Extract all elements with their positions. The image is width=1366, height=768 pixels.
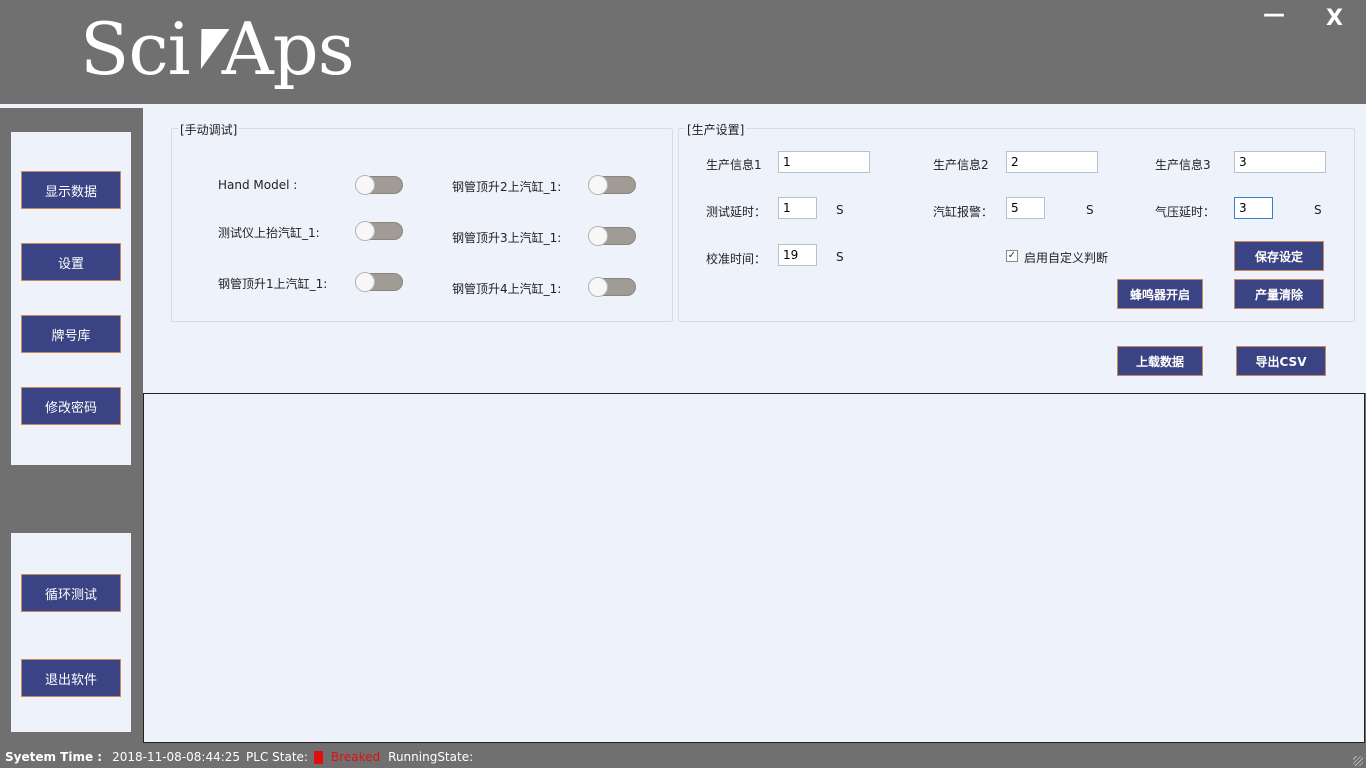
plc-state-indicator	[313, 750, 323, 764]
toggle-knob	[588, 175, 608, 195]
cylinder-alarm-unit: S	[1086, 203, 1094, 217]
close-button[interactable]: X	[1326, 6, 1343, 31]
upload-data-button[interactable]: 上载数据	[1117, 346, 1203, 376]
minimize-button[interactable]: —	[1263, 2, 1285, 27]
production-info-1-input[interactable]	[778, 151, 870, 173]
save-settings-button[interactable]: 保存设定	[1234, 241, 1324, 271]
test-delay-unit: S	[836, 203, 844, 217]
main-content: [手动调试] Hand Model : 测试仪上抬汽缸_1: 钢管顶升1上汽缸_…	[143, 108, 1366, 393]
toggle-knob	[588, 277, 608, 297]
custom-judgment-label: 启用自定义判断	[1024, 251, 1109, 265]
pressure-delay-unit: S	[1314, 203, 1322, 217]
sidebar-item-change-password[interactable]: 修改密码	[21, 387, 121, 425]
production-info-3-label: 生产信息3	[1155, 158, 1211, 172]
data-display-area[interactable]	[143, 393, 1365, 743]
buzzer-on-button[interactable]: 蜂鸣器开启	[1117, 279, 1203, 309]
toggle-knob	[588, 226, 608, 246]
hand-model-label: Hand Model :	[218, 178, 298, 192]
tester-lift-cylinder-toggle[interactable]	[355, 221, 403, 241]
production-settings-title: [生产设置]	[685, 121, 747, 138]
title-bar: Sci Aps — X	[0, 0, 1366, 104]
pipe-lift-3-label: 钢管顶升3上汽缸_1:	[452, 231, 562, 245]
production-info-3-input[interactable]	[1234, 151, 1326, 173]
production-info-2-input[interactable]	[1006, 151, 1098, 173]
calibration-time-unit: S	[836, 250, 844, 264]
calibration-time-input[interactable]	[778, 244, 817, 266]
sidebar-item-exit-software[interactable]: 退出软件	[21, 659, 121, 697]
pipe-lift-2-label: 钢管顶升2上汽缸_1:	[452, 180, 562, 194]
pipe-lift-4-toggle[interactable]	[588, 277, 636, 297]
sidebar-item-loop-test[interactable]: 循环测试	[21, 574, 121, 612]
production-settings-group: [生产设置] 生产信息1 生产信息2 生产信息3 测试延时： S 汽缸报警： S…	[678, 121, 1355, 322]
pipe-lift-2-toggle[interactable]	[588, 175, 636, 195]
pressure-delay-label: 气压延时：	[1155, 205, 1216, 219]
pipe-lift-1-label: 钢管顶升1上汽缸_1:	[218, 277, 328, 291]
plc-state-value: Breaked	[330, 750, 381, 764]
toggle-knob	[355, 221, 375, 241]
manual-debug-title: [手动调试]	[178, 121, 240, 138]
test-delay-input[interactable]	[778, 197, 817, 219]
export-csv-button[interactable]: 导出CSV	[1236, 346, 1326, 376]
manual-debug-group: [手动调试] Hand Model : 测试仪上抬汽缸_1: 钢管顶升1上汽缸_…	[171, 121, 673, 322]
cylinder-alarm-label: 汽缸报警：	[933, 205, 994, 219]
production-info-1-label: 生产信息1	[706, 158, 762, 172]
system-time-label: Syetem Time :	[5, 750, 103, 764]
sciaps-logo: Sci Aps	[80, 7, 355, 91]
pressure-delay-input[interactable]	[1234, 197, 1273, 219]
toggle-knob	[355, 175, 375, 195]
resize-grip-icon[interactable]	[1353, 756, 1363, 766]
production-info-2-label: 生产信息2	[933, 158, 989, 172]
tester-lift-cylinder-label: 测试仪上抬汽缸_1:	[218, 226, 320, 240]
sidebar-item-grade-library[interactable]: 牌号库	[21, 315, 121, 353]
plc-state-label: PLC State:	[246, 750, 308, 764]
custom-judgment-checkbox[interactable]: ✓	[1006, 250, 1018, 262]
toggle-knob	[355, 272, 375, 292]
cylinder-alarm-input[interactable]	[1006, 197, 1045, 219]
pipe-lift-3-toggle[interactable]	[588, 226, 636, 246]
system-time-value: 2018-11-08-08:44:25	[112, 750, 241, 764]
pipe-lift-1-toggle[interactable]	[355, 272, 403, 292]
calibration-time-label: 校准时间：	[706, 252, 767, 266]
pipe-lift-4-label: 钢管顶升4上汽缸_1:	[452, 282, 562, 296]
sidebar-top-panel: 显示数据 设置 牌号库 修改密码	[11, 132, 131, 465]
sidebar-item-settings[interactable]: 设置	[21, 243, 121, 281]
running-state-label: RunningState:	[388, 750, 474, 764]
sidebar-item-display-data[interactable]: 显示数据	[21, 171, 121, 209]
clear-output-button[interactable]: 产量清除	[1234, 279, 1324, 309]
hand-model-toggle[interactable]	[355, 175, 403, 195]
status-bar: Syetem Time : 2018-11-08-08:44:25 PLC St…	[0, 746, 1366, 768]
sidebar-bottom-panel: 循环测试 退出软件	[11, 533, 131, 732]
test-delay-label: 测试延时：	[706, 205, 767, 219]
